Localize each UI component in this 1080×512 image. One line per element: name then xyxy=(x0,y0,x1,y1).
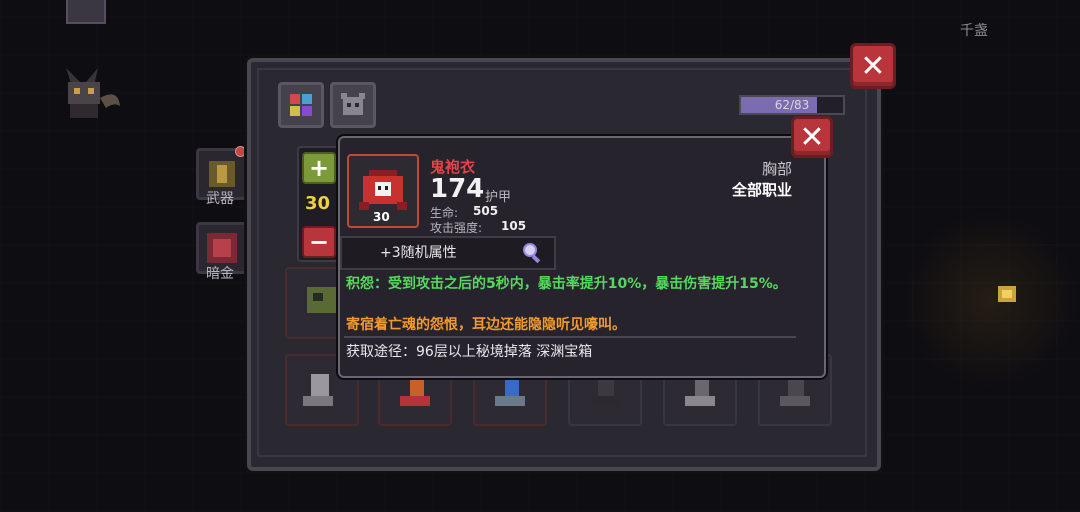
hp-value: 505 xyxy=(473,204,499,218)
magnifier-icon[interactable] xyxy=(520,240,544,264)
close-icon: ✕ xyxy=(799,119,825,155)
lamp-icon xyxy=(990,280,1024,310)
armor-label: 护甲 xyxy=(485,190,512,205)
filter-pet-button[interactable] xyxy=(330,82,376,128)
tooltip-close-button[interactable]: ✕ xyxy=(791,116,833,158)
panel-close-button[interactable]: ✕ xyxy=(850,43,896,89)
equip-slot-label: 胸部 xyxy=(761,160,792,178)
capacity-bar: 62/83 xyxy=(739,95,845,115)
hero-portrait xyxy=(58,58,126,122)
close-icon: ✕ xyxy=(860,48,886,84)
flavor-text: 寄宿着亡魂的怨恨，耳边还能隐隐听见嚎叫。 xyxy=(346,317,626,333)
decrease-button[interactable]: − xyxy=(302,226,336,258)
top-right-label: 千盏 xyxy=(960,23,988,39)
effect-text: 积怨：受到攻击之后的5秒内，暴击率提升10%，暴击伤害提升15%。 xyxy=(346,276,787,292)
plus-icon: + xyxy=(308,154,330,182)
gold-tab-label: 暗金 xyxy=(206,266,234,282)
attack-value: 105 xyxy=(501,219,527,233)
minus-icon: − xyxy=(308,228,330,256)
tooltip-divider xyxy=(344,336,796,338)
filter-all-button[interactable] xyxy=(278,82,324,128)
quantity-value: 30 xyxy=(305,193,331,214)
increase-button[interactable]: + xyxy=(302,152,336,184)
creature-icon xyxy=(341,93,365,115)
capacity-text: 62/83 xyxy=(774,98,810,112)
hud-top-slot xyxy=(66,0,106,24)
source-text: 获取途径：96层以上秘境掉落 深渊宝箱 xyxy=(346,344,593,360)
class-label: 全部职业 xyxy=(731,181,792,199)
armor-value: 174 xyxy=(430,174,485,204)
notification-dot xyxy=(235,146,246,157)
weapon-tab-label: 武器 xyxy=(206,191,234,207)
grid-icon xyxy=(290,94,312,116)
item-level: 30 xyxy=(373,210,390,224)
attack-label: 攻击强度: xyxy=(430,221,483,235)
random-affix-label: +3随机属性 xyxy=(380,245,457,261)
